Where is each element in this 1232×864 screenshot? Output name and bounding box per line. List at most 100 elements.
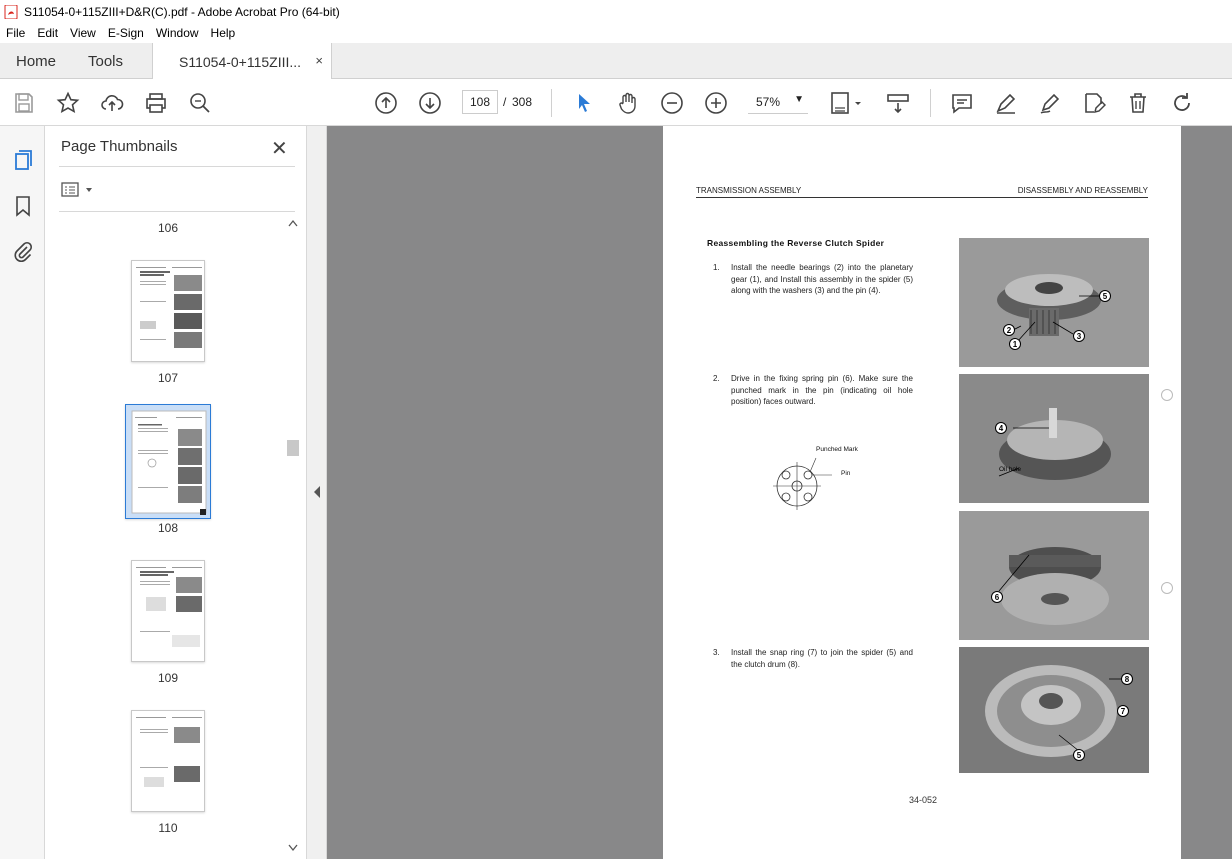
step-number: 1.: [713, 263, 720, 272]
menu-bar: File Edit View E-Sign Window Help: [0, 23, 1232, 43]
tab-document-label: S11054-0+115ZIII...: [179, 53, 302, 70]
tab-close-icon[interactable]: ×: [315, 53, 323, 68]
edit-pdf-icon[interactable]: [1082, 91, 1107, 115]
scroll-marker: [1161, 389, 1173, 401]
zoom-out-icon[interactable]: [660, 91, 684, 115]
step-number: 3.: [713, 648, 720, 657]
callout-3: 3: [1073, 330, 1085, 342]
menu-edit[interactable]: Edit: [31, 26, 64, 40]
panel-divider: [59, 211, 295, 212]
thumbnail-page-107[interactable]: [131, 260, 205, 362]
panel-close-icon[interactable]: ✕: [271, 136, 288, 161]
rotate-clockwise-icon[interactable]: [1170, 91, 1194, 115]
star-bookmark-icon[interactable]: [56, 91, 80, 115]
step-number: 2.: [713, 374, 720, 383]
menu-window[interactable]: Window: [150, 26, 205, 40]
callout-2: 2: [1003, 324, 1015, 336]
print-icon[interactable]: [144, 91, 168, 115]
bookmark-icon[interactable]: [11, 194, 35, 218]
pdf-page: TRANSMISSION ASSEMBLY DISASSEMBLY AND RE…: [663, 126, 1181, 859]
pin-diagram: [773, 457, 832, 510]
step-1: 1. Install the needle bearings (2) into …: [713, 262, 913, 302]
step-2: 2. Drive in the fixing spring pin (6). M…: [713, 373, 913, 413]
menu-file[interactable]: File: [0, 26, 31, 40]
tab-document[interactable]: S11054-0+115ZIII... ×: [152, 43, 332, 80]
scrollbar-thumb[interactable]: [287, 440, 299, 456]
tab-home[interactable]: Home: [16, 43, 56, 79]
sign-pen-icon[interactable]: [1038, 91, 1062, 115]
previous-page-icon[interactable]: [374, 91, 398, 115]
total-pages: 308: [512, 95, 533, 109]
attachment-paperclip-icon[interactable]: [11, 240, 35, 264]
acrobat-pdf-icon: [4, 4, 18, 19]
toolbar-divider: [930, 89, 931, 117]
photo-2: 4 Oil hole: [959, 374, 1149, 503]
callout-5: 5: [1099, 290, 1111, 302]
title-bar: S11054-0+115ZIII+D&R(C).pdf - Adobe Acro…: [0, 0, 1232, 23]
thumbnail-page-108-selected[interactable]: [125, 404, 211, 519]
step-3: 3. Install the snap ring (7) to join the…: [713, 647, 913, 677]
thumbnail-label: 106: [157, 221, 179, 235]
callout-8: 8: [1121, 673, 1133, 685]
chevron-down-icon: ▼: [794, 94, 804, 105]
thumbnail-label: 110: [158, 821, 178, 835]
panel-divider: [59, 166, 295, 167]
step-text: Install the needle bearings (2) into the…: [731, 263, 913, 295]
select-cursor-icon[interactable]: [572, 91, 596, 115]
tab-bar: Home Tools S11054-0+115ZIII... ×: [0, 43, 1232, 80]
diagram-label-pin: Pin: [841, 470, 851, 477]
menu-view[interactable]: View: [64, 26, 102, 40]
step-text: Drive in the fixing spring pin (6). Make…: [731, 374, 913, 406]
thumbnail-label: 108: [157, 521, 179, 535]
panel-collapse-handle[interactable]: [307, 126, 327, 859]
delete-trash-icon[interactable]: [1126, 91, 1150, 115]
doc-header-left: TRANSMISSION ASSEMBLY: [696, 186, 802, 195]
page-number-input[interactable]: 108: [462, 90, 498, 114]
zoom-in-icon[interactable]: [704, 91, 728, 115]
next-page-icon[interactable]: [418, 91, 442, 115]
document-viewer[interactable]: TRANSMISSION ASSEMBLY DISASSEMBLY AND RE…: [327, 126, 1232, 859]
thumbnail-scrollbar[interactable]: [286, 212, 300, 858]
collapse-arrow-icon: [314, 486, 320, 498]
tab-tools[interactable]: Tools: [88, 43, 123, 79]
scroll-mode-icon[interactable]: [886, 91, 910, 115]
photo-4: 8 7 5: [959, 647, 1149, 773]
thumbnail-options-menu[interactable]: [61, 182, 101, 198]
thumbnail-label: 107: [157, 371, 179, 385]
comment-icon[interactable]: [950, 91, 974, 115]
zoom-level-value: 57%: [756, 94, 781, 109]
callout-4: 4: [995, 422, 1007, 434]
callout-5: 5: [1073, 749, 1085, 761]
thumbnail-page-109[interactable]: [131, 560, 205, 662]
hand-tool-icon[interactable]: [616, 91, 640, 115]
callout-1: 1: [1009, 338, 1021, 350]
zoom-level-dropdown[interactable]: 57% ▼: [748, 90, 808, 114]
upload-cloud-icon[interactable]: [100, 91, 124, 115]
menu-esign[interactable]: E-Sign: [102, 26, 150, 40]
toolbar-divider: [551, 89, 552, 117]
doc-header-right: DISASSEMBLY AND REASSEMBLY: [1017, 186, 1148, 195]
menu-help[interactable]: Help: [205, 26, 242, 40]
thumbnail-label: 109: [157, 671, 179, 685]
panel-title: Page Thumbnails: [61, 138, 178, 155]
document-page-number: 34-052: [909, 795, 938, 805]
callout-6: 6: [991, 591, 1003, 603]
header-rule: [696, 197, 1148, 198]
diagram-label-punched-mark: Punched Mark: [816, 446, 858, 453]
photo-label-oil-hole: Oil hole: [999, 466, 1022, 473]
options-list-icon: [61, 182, 92, 197]
page-fit-icon[interactable]: [830, 91, 864, 115]
thumbnail-page-110[interactable]: [131, 710, 205, 812]
photo-3: 6: [959, 511, 1149, 640]
page-separator: /: [503, 95, 507, 109]
zoom-search-icon[interactable]: [188, 91, 212, 115]
scroll-marker: [1161, 582, 1173, 594]
section-heading: Reassembling the Reverse Clutch Spider: [707, 238, 885, 248]
page-thumbnails-icon[interactable]: [11, 148, 35, 172]
page-thumbnails-panel: Page Thumbnails ✕ 106 107 108 109 110: [45, 126, 307, 859]
highlight-pen-icon[interactable]: [994, 91, 1018, 115]
left-navigation-rail: [0, 126, 45, 859]
window-title: S11054-0+115ZIII+D&R(C).pdf - Adobe Acro…: [24, 4, 340, 19]
save-icon[interactable]: [12, 91, 36, 115]
step-text: Install the snap ring (7) to join the sp…: [731, 648, 913, 669]
